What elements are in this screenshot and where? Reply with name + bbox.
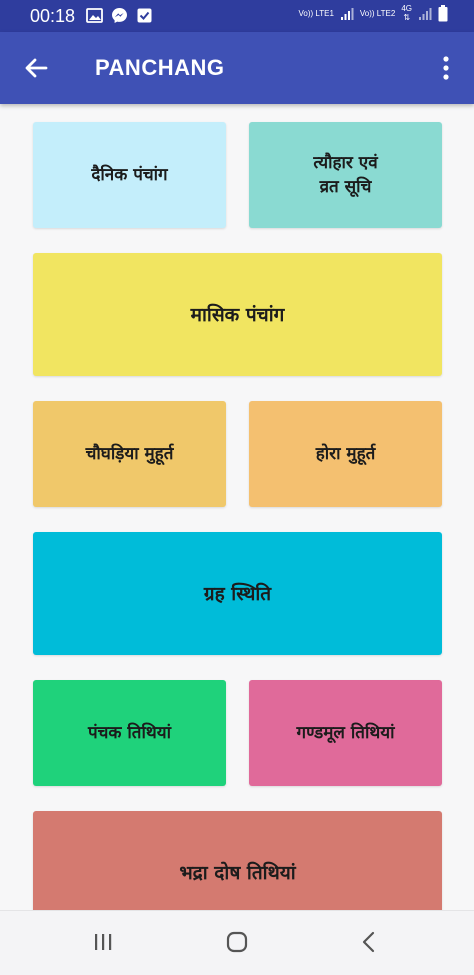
download-check-icon (136, 7, 153, 24)
status-bar: 00:18 Vo)) LTE1 Vo)) LTE2 4G ⇅ (0, 0, 474, 32)
messenger-icon (111, 7, 128, 24)
app-bar: PANCHANG (0, 32, 474, 104)
back-button[interactable] (20, 52, 52, 84)
data-arrows-icon: ⇅ (403, 13, 411, 22)
sim2-label: Vo)) LTE2 (359, 8, 396, 18)
tile-label: ग्रह स्थिति (203, 582, 272, 605)
tile-daily-panchang[interactable]: दैनिक पंचांग (33, 122, 226, 228)
tile-monthly-panchang[interactable]: मासिक पंचांग (33, 253, 442, 376)
signal-icon (418, 6, 432, 20)
network-type: 4G ⇅ (401, 4, 412, 22)
battery-icon (438, 4, 448, 22)
sim2-indicator: Vo)) LTE2 (360, 9, 395, 18)
recent-apps-button[interactable] (88, 927, 118, 957)
signal-icon (340, 6, 354, 20)
tile-panchak-tithiyan[interactable]: पंचक तिथियां (33, 680, 226, 786)
tile-choghadiya-muhurat[interactable]: चौघड़िया मुहूर्त (33, 401, 226, 507)
tile-label: भद्रा दोष तिथियां (179, 861, 296, 884)
page-title: PANCHANG (95, 55, 225, 80)
more-vert-icon (443, 56, 449, 80)
tile-label: होरा मुहूर्त (315, 444, 376, 464)
tile-hora-muhurat[interactable]: होरा मुहूर्त (249, 401, 442, 507)
tile-label: त्यौहार एवं व्रत सूचि (313, 153, 378, 197)
status-right-icons: Vo)) LTE1 Vo)) LTE2 4G ⇅ (298, 4, 448, 22)
home-icon (226, 931, 248, 953)
system-back-button[interactable] (354, 927, 384, 957)
sim1-indicator: Vo)) LTE1 (298, 9, 333, 18)
network-type-label: 4G (401, 4, 412, 13)
tile-graha-sthiti[interactable]: ग्रह स्थिति (33, 532, 442, 655)
arrow-left-icon (25, 58, 48, 78)
tile-label: दैनिक पंचांग (91, 165, 168, 185)
tile-festival-vrat-list[interactable]: त्यौहार एवं व्रत सूचि (249, 122, 442, 228)
tile-label: गण्डमूल तिथियां (296, 723, 395, 743)
tile-label: मासिक पंचांग (190, 303, 285, 326)
status-time: 00:18 (30, 6, 76, 26)
tile-label: पंचक तिथियां (87, 723, 172, 743)
home-button[interactable] (222, 927, 252, 957)
tile-gandmool-tithiyan[interactable]: गण्डमूल तिथियां (249, 680, 442, 786)
back-chevron-icon (362, 931, 375, 953)
recent-apps-icon (95, 934, 112, 950)
notification-icons (86, 7, 153, 24)
gallery-icon (86, 7, 103, 24)
more-options-button[interactable] (436, 54, 456, 82)
tile-label: चौघड़िया मुहूर्त (85, 444, 174, 464)
system-nav-bar (0, 910, 474, 975)
sim1-label: Vo)) LTE1 (298, 8, 334, 18)
